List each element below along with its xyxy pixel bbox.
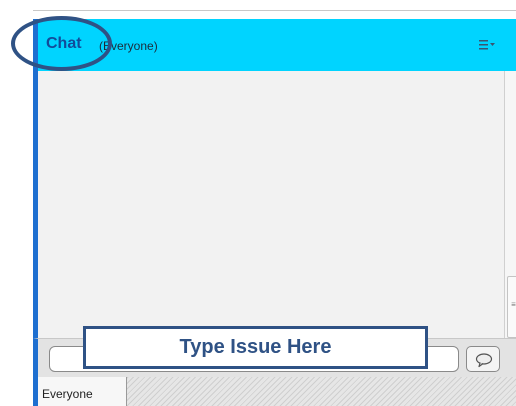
chat-panel: Chat (Everyone) ≡ Type Issue Here Everyo…: [11, 10, 516, 406]
tab-label: Everyone: [42, 387, 93, 401]
chat-scrollbar[interactable]: ≡: [504, 71, 516, 338]
send-message-button[interactable]: [466, 346, 500, 372]
chat-tab-bar: Everyone: [33, 377, 516, 406]
chat-message-area: ≡: [33, 71, 516, 338]
speech-bubble-icon: [475, 353, 493, 368]
scrollbar-thumb[interactable]: ≡: [507, 276, 516, 338]
title-highlight-circle: [11, 16, 112, 71]
callout-label: Type Issue Here: [179, 336, 332, 358]
type-issue-callout: Type Issue Here: [83, 326, 428, 369]
tab-everyone[interactable]: Everyone: [38, 377, 127, 406]
menu-dropdown-icon[interactable]: [479, 38, 495, 52]
